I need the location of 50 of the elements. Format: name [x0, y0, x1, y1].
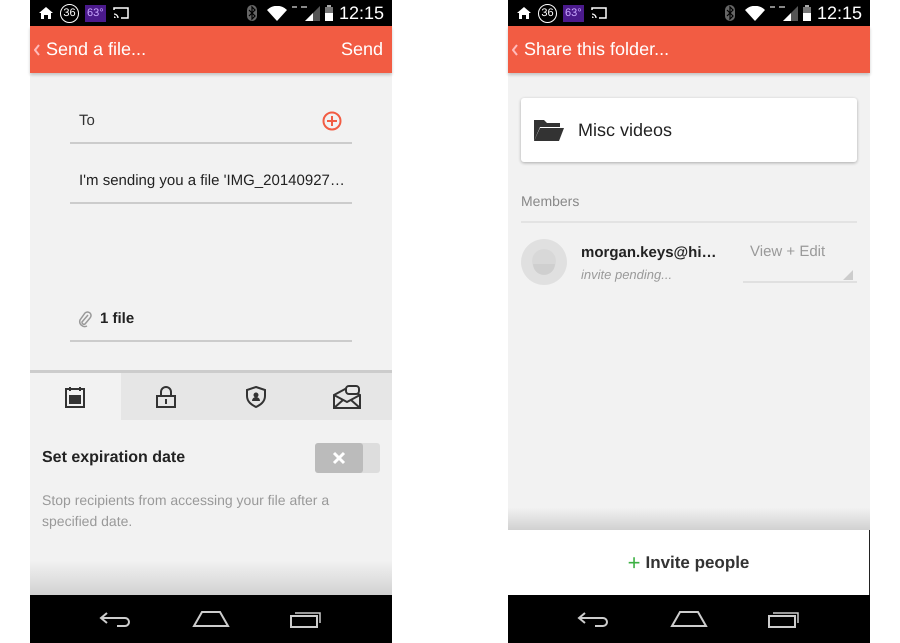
expiration-toggle[interactable] — [315, 443, 380, 473]
chevron-left-icon — [34, 44, 40, 56]
notification-count: 36 — [60, 4, 79, 22]
home-icon — [516, 6, 532, 20]
wifi-icon — [266, 6, 287, 20]
folder-icon — [533, 118, 565, 142]
invite-button[interactable]: + Invite people — [508, 530, 870, 595]
lock-icon — [156, 386, 176, 408]
member-status: invite pending... — [581, 266, 674, 284]
signal-icon — [768, 5, 799, 21]
signal-icon — [290, 5, 321, 21]
calendar-icon — [65, 386, 86, 408]
attachment-field[interactable]: 1 file — [70, 298, 352, 342]
wifi-icon — [744, 6, 765, 20]
paperclip-icon — [78, 310, 92, 328]
clock: 12:15 — [338, 2, 384, 24]
recents-icon[interactable] — [288, 610, 323, 628]
cast-icon — [112, 6, 130, 20]
close-icon — [332, 451, 346, 465]
battery-icon — [802, 5, 811, 21]
folder-name: Misc videos — [578, 118, 672, 142]
option-tab[interactable] — [120, 373, 211, 420]
shield-icon — [246, 386, 266, 408]
bluetooth-icon — [246, 5, 257, 21]
temperature-badge: 63° — [563, 4, 584, 22]
notification-count: 36 — [538, 4, 557, 22]
temperature-badge: 63° — [85, 4, 106, 22]
envelope-icon — [332, 384, 361, 408]
recipient-field[interactable]: To — [70, 100, 352, 144]
message-field[interactable]: I'm sending you a file 'IMG_20140927… — [70, 160, 352, 204]
setting-description: Stop recipients from accessing your file after a specified date. — [42, 491, 330, 531]
cast-icon — [590, 6, 608, 20]
avatar-icon — [521, 239, 567, 285]
section-label: Members — [521, 192, 580, 211]
chevron-left-icon — [512, 44, 518, 56]
dropdown-corner-icon — [843, 270, 853, 280]
attachment-count: 1 file — [100, 308, 134, 329]
home-icon — [38, 6, 54, 20]
member-email: morgan.keys@hi… — [581, 243, 716, 263]
home-icon[interactable] — [192, 611, 230, 627]
folder-card[interactable]: Misc videos — [521, 98, 857, 162]
recipient-input[interactable]: To — [79, 110, 322, 132]
clock: 12:15 — [816, 2, 862, 24]
setting-title: Set expiration date — [42, 448, 186, 468]
battery-icon — [324, 5, 333, 21]
home-icon[interactable] — [670, 611, 708, 627]
bluetooth-icon — [724, 5, 735, 21]
recents-icon[interactable] — [766, 610, 801, 628]
option-tab[interactable] — [302, 373, 392, 420]
add-icon[interactable] — [322, 111, 342, 131]
